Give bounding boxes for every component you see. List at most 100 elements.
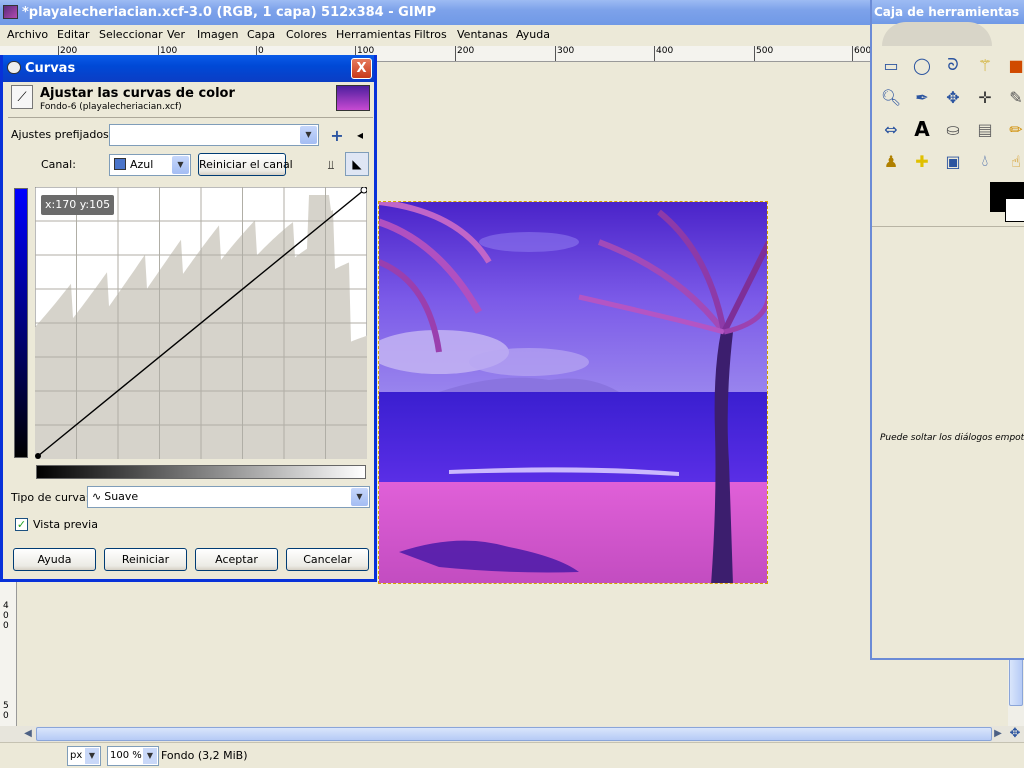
channel-dropdown[interactable]: Azul ▼ [109,154,191,176]
curve-point [35,453,41,459]
blend-icon[interactable]: ▤ [972,116,998,142]
move-icon[interactable]: ✥ [940,84,966,110]
perspective-clone-icon[interactable]: ▣ [940,148,966,174]
zoom-value: 100 % [110,750,142,761]
gimp-app-icon [3,5,18,19]
ruler-label: 0 [3,711,9,721]
lasso-icon[interactable]: ᘐ [940,52,966,78]
menu-capa[interactable]: Capa [247,28,275,41]
linear-histogram-icon[interactable]: ⫫ [320,154,342,176]
window-title: *playalecheriacian.xcf-3.0 (RGB, 1 capa)… [22,5,437,20]
menu-ver[interactable]: Ver [167,28,185,41]
menu-ventanas[interactable]: Ventanas [457,28,508,41]
curves-dialog: Curvas X ⟋ Ajustar las curvas de color F… [0,55,377,582]
navigate-icon[interactable]: ✥ [1007,726,1023,742]
dialog-title: Curvas [25,61,76,76]
chevron-down-icon: ▼ [85,748,99,764]
ruler-label: 500 [756,46,774,56]
beach-image [379,202,767,583]
bucket-fill-icon[interactable]: ⛀ [940,116,966,142]
clone-icon[interactable]: ♟ [878,148,904,174]
unit-selector[interactable]: px ▼ [67,746,101,766]
preset-menu-icon[interactable]: ◂ [349,124,371,146]
ruler-label: 200 [457,46,475,56]
channel-label: Canal: [41,158,76,171]
curve-type-value: Suave [104,490,139,503]
menu-archivo[interactable]: Archivo [7,28,48,41]
chevron-down-icon: ▼ [143,748,157,764]
curve-point [360,187,367,194]
chevron-down-icon: ▼ [172,156,189,174]
zoom-selector[interactable]: 100 % ▼ [107,746,159,766]
scroll-left-icon[interactable]: ◀ [20,726,36,742]
menu-seleccionar[interactable]: Seleccionar [99,28,163,41]
menu-imagen[interactable]: Imagen [197,28,238,41]
chevron-down-icon: ▼ [300,126,317,144]
cancel-button[interactable]: Cancelar [286,548,369,571]
presets-label: Ajustes prefijados: [11,128,113,141]
smudge-icon[interactable]: ☝ [1003,148,1024,174]
chevron-down-icon: ▼ [351,488,368,506]
unit-value: px [70,750,83,761]
rect-select-icon[interactable]: ▭ [878,52,904,78]
zoom-icon[interactable]: 🔍︎ [878,84,904,110]
align-icon[interactable]: ✛ [972,84,998,110]
input-gradient-bar [36,465,366,479]
fuzzy-select-icon[interactable]: ⚚ [972,52,998,78]
menu-filtros[interactable]: Filtros [414,28,447,41]
horizontal-scroll-thumb[interactable] [36,727,992,741]
curve-type-label: Tipo de curva: [11,491,90,504]
curve-type-dropdown[interactable]: ∿ Suave ▼ [87,486,370,508]
log-histogram-icon[interactable]: ◣ [345,152,369,176]
paths-icon[interactable]: ✒ [909,84,935,110]
cursor-coordinates: x:170 y:105 [41,195,115,215]
image-canvas[interactable] [378,201,768,584]
ok-button[interactable]: Aceptar [195,548,278,571]
wilber-logo [882,22,992,46]
close-button[interactable]: X [351,58,372,79]
background-color-swatch[interactable] [1005,198,1024,222]
divider [872,226,1024,227]
channel-color-icon [114,158,126,170]
menu-editar[interactable]: Editar [57,28,90,41]
help-button[interactable]: Ayuda [13,548,96,571]
layer-info: Fondo (3,2 MiB) [161,749,248,762]
menu-ayuda[interactable]: Ayuda [516,28,550,41]
scroll-right-icon[interactable]: ▶ [990,726,1006,742]
color-select-icon[interactable]: ■ [1003,52,1024,78]
ellipse-select-icon[interactable]: ◯ [909,52,935,78]
flip-icon[interactable]: ⇔ [878,116,904,142]
drop-hint: Puede soltar los diálogos empotrables [880,433,1024,443]
menu-bar: Archivo Editar Seleccionar Ver Imagen Ca… [0,25,870,45]
ruler-label: 300 [557,46,575,56]
reset-channel-button[interactable]: Reiniciar el canal [198,153,293,176]
toolbox-window: Caja de herramientas ▭ ◯ ᘐ ⚚ ■ 🔍︎ ✒ ✥ ✛ … [870,0,1024,660]
menu-herramientas[interactable]: Herramientas [336,28,411,41]
presets-dropdown[interactable]: ▼ [109,124,319,146]
curves-titlebar[interactable]: Curvas [3,55,374,82]
measure-icon[interactable]: ✎ [1003,84,1024,110]
text-icon[interactable]: A [909,116,935,142]
add-preset-icon[interactable]: + [326,124,348,146]
pencil-icon[interactable]: ✏ [1003,116,1024,142]
curves-graph[interactable] [35,187,367,459]
heal-icon[interactable]: ✚ [909,148,935,174]
reset-button[interactable]: Reiniciar [104,548,187,571]
blur-icon[interactable]: 💧︎ [972,148,998,174]
toolbox-title: Caja de herramientas [874,5,1020,19]
channel-value-bar [14,188,28,458]
horizontal-scrollbar[interactable]: ◀ ▶ ✥ [0,726,1024,742]
preview-checkbox[interactable]: ✓ [15,518,28,531]
close-icon: X [356,61,367,76]
toolbox-titlebar[interactable]: Caja de herramientas [872,0,1024,24]
layer-thumbnail [336,85,370,111]
preview-label: Vista previa [33,518,98,531]
status-bar: px ▼ 100 % ▼ Fondo (3,2 MiB) [0,742,1024,768]
ruler-label: 0 [3,621,9,631]
menu-colores[interactable]: Colores [286,28,327,41]
ruler-label: 5 [3,701,9,711]
ruler-label: 0 [3,611,9,621]
gimp-window-titlebar[interactable]: *playalecheriacian.xcf-3.0 (RGB, 1 capa)… [0,0,870,25]
gimp-icon [7,61,21,74]
curves-tool-icon: ⟋ [11,85,33,109]
